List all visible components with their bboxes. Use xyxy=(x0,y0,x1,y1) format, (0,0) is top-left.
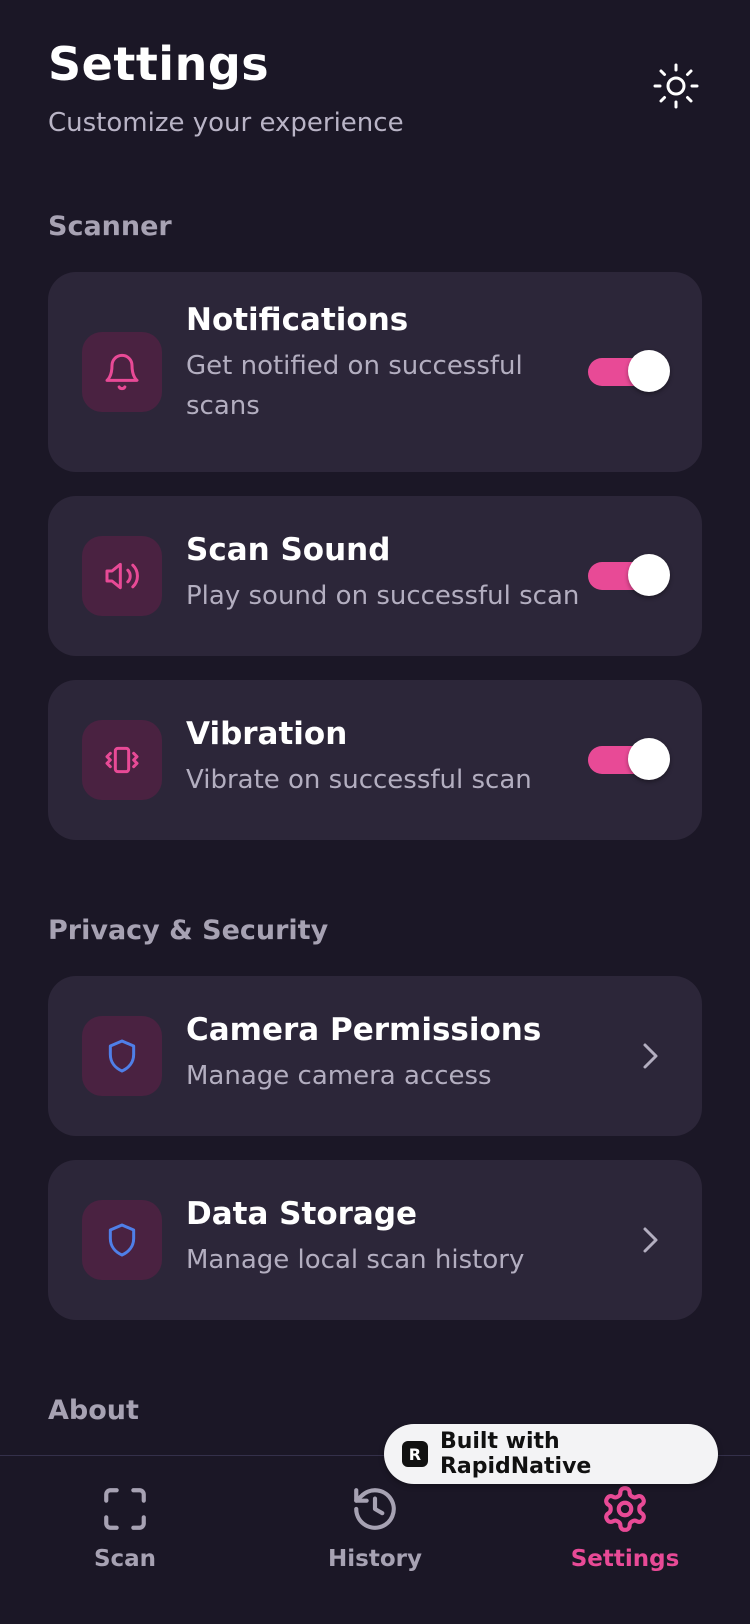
setting-card-vibration[interactable]: Vibration Vibrate on successful scan xyxy=(48,680,702,840)
bell-icon xyxy=(105,353,139,391)
card-text: Vibration Vibrate on successful scan xyxy=(186,714,532,800)
card-description-line: Get notified on successful xyxy=(186,351,523,381)
card-title: Camera Permissions xyxy=(186,1012,542,1048)
page-title: Settings xyxy=(48,37,270,91)
toggle-knob xyxy=(628,738,670,780)
card-title: Scan Sound xyxy=(186,532,391,568)
card-text: Data Storage Manage local scan history xyxy=(186,1194,524,1280)
card-description-line: scans xyxy=(186,391,260,421)
chevron-right-icon xyxy=(638,1222,662,1258)
toggle-knob xyxy=(628,350,670,392)
tab-label: History xyxy=(328,1546,422,1572)
tab-label: Scan xyxy=(93,1546,157,1572)
tab-settings[interactable]: Settings xyxy=(545,1484,705,1584)
setting-card-data-storage[interactable]: Data Storage Manage local scan history xyxy=(48,1160,702,1320)
tab-scan[interactable]: Scan xyxy=(45,1484,205,1584)
setting-card-camera-permissions[interactable]: Camera Permissions Manage camera access xyxy=(48,976,702,1136)
card-description: Manage local scan history xyxy=(186,1245,525,1275)
tab-history[interactable]: History xyxy=(295,1484,455,1584)
card-text: Camera Permissions Manage camera access xyxy=(186,1010,541,1096)
card-description: Get notified on successful scans xyxy=(186,346,523,426)
tab-label: Settings xyxy=(570,1546,680,1572)
icon-box xyxy=(82,720,162,800)
speaker-icon xyxy=(105,562,139,590)
notifications-toggle[interactable] xyxy=(588,350,670,392)
icon-box xyxy=(82,1016,162,1096)
shield-icon xyxy=(108,1039,136,1073)
toggle-knob xyxy=(628,554,670,596)
settings-screen: Settings Customize your experience Scann… xyxy=(0,0,750,1624)
card-title: Notifications xyxy=(186,302,409,338)
page-header: Settings Customize your experience xyxy=(48,36,404,140)
sun-icon xyxy=(653,63,699,109)
page-subtitle: Customize your experience xyxy=(48,108,404,138)
card-description: Vibrate on successful scan xyxy=(186,765,532,795)
card-text: Notifications Get notified on successful… xyxy=(186,300,523,426)
icon-box xyxy=(82,332,162,412)
gear-icon xyxy=(604,1486,646,1532)
scan-icon xyxy=(104,1488,146,1530)
icon-box xyxy=(82,536,162,616)
card-title: Data Storage xyxy=(186,1196,418,1232)
icon-box xyxy=(82,1200,162,1280)
history-icon xyxy=(354,1488,396,1530)
setting-card-scan-sound[interactable]: Scan Sound Play sound on successful scan xyxy=(48,496,702,656)
section-title-about: About xyxy=(48,1395,139,1426)
card-description: Manage camera access xyxy=(186,1061,492,1091)
card-description: Play sound on successful scan xyxy=(186,581,580,611)
setting-card-notifications[interactable]: Notifications Get notified on successful… xyxy=(48,272,702,472)
built-with-badge[interactable]: R Built with RapidNative xyxy=(384,1424,718,1484)
card-text: Scan Sound Play sound on successful scan xyxy=(186,530,579,616)
chevron-right-icon xyxy=(638,1038,662,1074)
section-title-privacy: Privacy & Security xyxy=(48,915,329,946)
shield-icon xyxy=(108,1223,136,1257)
theme-toggle-button[interactable] xyxy=(652,62,700,110)
section-title-scanner: Scanner xyxy=(48,211,172,242)
badge-text: Built with RapidNative xyxy=(439,1429,592,1479)
scan-sound-toggle[interactable] xyxy=(588,554,670,596)
card-title: Vibration xyxy=(186,716,348,752)
rapidnative-logo-icon: R xyxy=(402,1441,428,1467)
vibration-icon xyxy=(105,746,139,774)
vibration-toggle[interactable] xyxy=(588,738,670,780)
